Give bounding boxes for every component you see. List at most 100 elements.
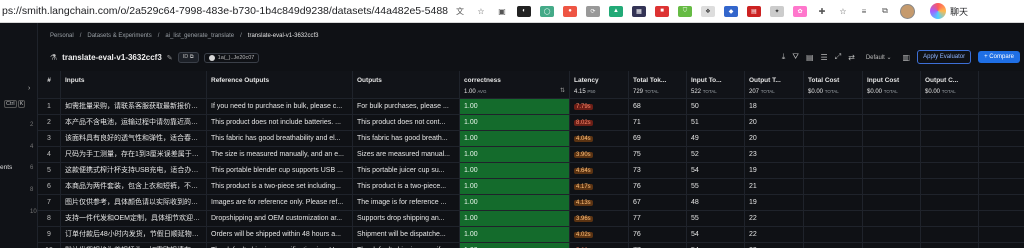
expand-icon[interactable]: ⤢ <box>835 52 841 62</box>
bookmark-star-icon[interactable]: ☆ <box>475 5 487 17</box>
extension-icon[interactable]: ● <box>563 5 577 17</box>
cell-reference[interactable]: Dropshipping and OEM customization ar... <box>207 211 353 226</box>
cell-total-tokens[interactable]: 67 <box>629 195 687 210</box>
cell-outputs[interactable]: The image is for reference ... <box>353 195 460 210</box>
cell-outputs[interactable]: Shipment will be dispatche... <box>353 227 460 242</box>
breadcrumb-item[interactable]: Personal <box>50 33 74 39</box>
row-index[interactable]: 3 <box>38 131 61 146</box>
cell-total-cost[interactable] <box>804 179 863 194</box>
table-row[interactable]: 5 这款便携式榨汁杯支持USB充电，适合办公... This portable bl… <box>38 163 1024 179</box>
cell-input-tokens[interactable]: 52 <box>687 147 745 162</box>
row-index[interactable]: 1 <box>38 99 61 114</box>
extension-icon[interactable]: ✦ <box>770 5 784 17</box>
table-row[interactable]: 1 如需批量采购，请联系客服获取最新报价和... If you need to pu… <box>38 99 1024 115</box>
extension-icon[interactable]: ⛉ <box>678 5 692 17</box>
download-icon[interactable]: ⤓ <box>782 52 786 62</box>
cell-input-cost[interactable] <box>863 99 921 114</box>
compare-button[interactable]: + Compare <box>978 51 1020 63</box>
cell-reference[interactable]: The size is measured manually, and an e.… <box>207 147 353 162</box>
cell-input-cost[interactable] <box>863 163 921 178</box>
cell-correctness[interactable]: 1.00 <box>460 163 570 178</box>
cell-output-tokens[interactable]: 20 <box>745 131 804 146</box>
cell-output-cost[interactable] <box>921 131 979 146</box>
col-header-outputs[interactable]: Outputs <box>353 71 460 98</box>
cell-correctness[interactable]: 1.00 <box>460 131 570 146</box>
cell-reference[interactable]: Orders will be shipped within 48 hours a… <box>207 227 353 242</box>
cell-total-tokens[interactable]: 68 <box>629 99 687 114</box>
cell-inputs[interactable]: 支持一件代发和OEM定制，具体细节欢迎来... <box>61 211 207 226</box>
compact-view-icon[interactable]: ☰ <box>821 53 828 62</box>
cell-total-tokens[interactable]: 71 <box>629 115 687 130</box>
cell-input-tokens[interactable]: 49 <box>687 131 745 146</box>
reading-list-icon[interactable]: ≡ <box>858 5 870 17</box>
cell-total-cost[interactable] <box>804 243 863 248</box>
translate-icon[interactable]: 文 <box>454 5 466 17</box>
extension-icon[interactable]: ❖ <box>701 5 715 17</box>
cell-correctness[interactable]: 1.00 <box>460 99 570 114</box>
cell-latency[interactable]: 4.02s <box>570 227 629 242</box>
cell-correctness[interactable]: 1.00 <box>460 243 570 248</box>
col-header-reference[interactable]: Reference Outputs <box>207 71 353 98</box>
table-row[interactable]: 4 尺码为手工测量，存在1到3厘米误差属于正... The size is meas… <box>38 147 1024 163</box>
cell-total-tokens[interactable]: 76 <box>629 179 687 194</box>
table-row[interactable]: 6 本商品为两件套装，包含上衣和短裤，不单... This product is a… <box>38 179 1024 195</box>
cell-inputs[interactable]: 尺码为手工测量，存在1到3厘米误差属于正... <box>61 147 207 162</box>
cell-inputs[interactable]: 默认发货规格为美规插头，如需欧规请在下... <box>61 243 207 248</box>
cell-input-tokens[interactable]: 48 <box>687 195 745 210</box>
cell-input-cost[interactable] <box>863 179 921 194</box>
row-index[interactable]: 2 <box>38 115 61 130</box>
cell-total-cost[interactable] <box>804 99 863 114</box>
extension-icon[interactable]: ▲ <box>609 5 623 17</box>
cell-outputs[interactable]: Sizes are measured manual... <box>353 147 460 162</box>
cell-outputs[interactable]: The default shipping specif... <box>353 243 460 248</box>
view-select[interactable]: Default ⌄ <box>862 52 896 63</box>
swap-icon[interactable]: ⇄ <box>848 53 855 62</box>
cell-reference[interactable]: This product is a two-piece set includin… <box>207 179 353 194</box>
cell-output-tokens[interactable]: 20 <box>745 115 804 130</box>
cell-inputs[interactable]: 订单付款后48小时内发货，节假日顺延物流... <box>61 227 207 242</box>
cell-correctness[interactable]: 1.00 <box>460 227 570 242</box>
cell-reference[interactable]: This portable blender cup supports USB .… <box>207 163 353 178</box>
col-header-input-cost[interactable]: Input Cost $0.00 TOTAL <box>863 71 921 98</box>
edit-icon[interactable]: ✎ <box>167 54 173 62</box>
row-index[interactable]: 9 <box>38 227 61 242</box>
favorites-icon[interactable]: ☆ <box>837 5 849 17</box>
cell-latency[interactable]: 4.17s <box>570 179 629 194</box>
cell-input-tokens[interactable]: 51 <box>687 115 745 130</box>
cell-output-tokens[interactable]: 23 <box>745 243 804 248</box>
cell-outputs[interactable]: This fabric has good breath... <box>353 131 460 146</box>
cell-output-cost[interactable] <box>921 243 979 248</box>
row-index[interactable]: 6 <box>38 179 61 194</box>
col-header-correctness[interactable]: correctness 1.00 AVG ⇅ <box>460 71 570 98</box>
cell-total-tokens[interactable]: 77 <box>629 211 687 226</box>
cell-input-tokens[interactable]: 55 <box>687 211 745 226</box>
cell-output-cost[interactable] <box>921 195 979 210</box>
cell-total-cost[interactable] <box>804 131 863 146</box>
cell-output-cost[interactable] <box>921 147 979 162</box>
col-header-output-cost[interactable]: Output C... $0.00 TOTAL <box>921 71 979 98</box>
cell-latency[interactable]: 4.04s <box>570 131 629 146</box>
cell-reference[interactable]: The default shipping specification is a … <box>207 243 353 248</box>
cell-latency[interactable]: 4.13s <box>570 195 629 210</box>
table-row[interactable]: 2 本产品不含电池，运输过程中请勿靠近高温... This product does… <box>38 115 1024 131</box>
cell-total-cost[interactable] <box>804 195 863 210</box>
extension-icon[interactable]: ▣ <box>496 5 508 17</box>
cell-output-tokens[interactable]: 21 <box>745 179 804 194</box>
cell-output-cost[interactable] <box>921 163 979 178</box>
cell-latency[interactable]: 5.06s <box>570 243 629 248</box>
cell-input-cost[interactable] <box>863 211 921 226</box>
cell-latency[interactable]: 3.96s <box>570 211 629 226</box>
id-pill[interactable]: ID ⧉ <box>177 52 199 63</box>
cell-correctness[interactable]: 1.00 <box>460 115 570 130</box>
columns-icon[interactable]: ▥ <box>903 53 911 62</box>
cell-reference[interactable]: This fabric has good breathability and e… <box>207 131 353 146</box>
cell-input-cost[interactable] <box>863 115 921 130</box>
col-header-output-tokens[interactable]: Output T... 207 TOTAL <box>745 71 804 98</box>
cell-total-tokens[interactable]: 69 <box>629 131 687 146</box>
cell-input-cost[interactable] <box>863 131 921 146</box>
cell-input-tokens[interactable]: 54 <box>687 227 745 242</box>
row-index[interactable]: 4 <box>38 147 61 162</box>
cell-input-tokens[interactable]: 50 <box>687 99 745 114</box>
cell-latency[interactable]: 7.79s <box>570 99 629 114</box>
row-index[interactable]: 10 <box>38 243 61 248</box>
